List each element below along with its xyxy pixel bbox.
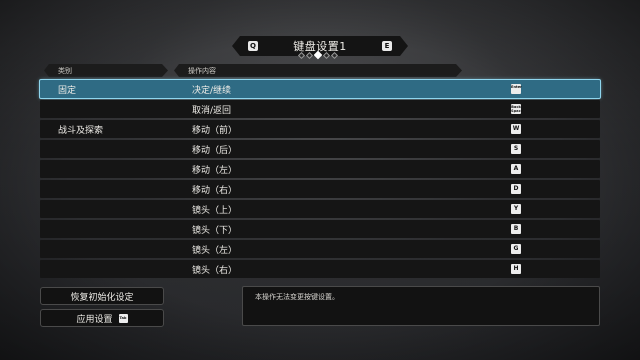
keybinding-list: 固定 决定/继续 Enter 取消/返回 Back Space 战斗及探索 移动…: [39, 79, 601, 280]
w-key-icon[interactable]: W: [511, 124, 521, 134]
keybinding-row[interactable]: 取消/返回 Back Space: [40, 100, 600, 118]
keybinding-row[interactable]: 镜头（右） H: [40, 260, 600, 278]
column-header-operation: 操作内容: [174, 64, 462, 77]
reset-defaults-button[interactable]: 恢复初始化设定: [40, 287, 164, 305]
y-key-icon[interactable]: Y: [511, 204, 521, 214]
keybinding-row[interactable]: 移动（右） D: [40, 180, 600, 198]
page-dot-active[interactable]: [313, 50, 323, 60]
keybinding-row[interactable]: 战斗及探索 移动（前） W: [40, 120, 600, 138]
d-key-icon[interactable]: D: [511, 184, 521, 194]
row-category: 固定: [58, 86, 77, 96]
row-operation: 移动（后）: [192, 146, 238, 156]
enter-key-icon[interactable]: Enter: [511, 84, 522, 94]
row-operation: 移动（左）: [192, 166, 238, 176]
page-dot[interactable]: [322, 51, 331, 60]
next-page-key-icon[interactable]: E: [382, 41, 392, 51]
row-operation: 决定/继续: [192, 86, 232, 96]
reset-defaults-label: 恢复初始化设定: [70, 292, 134, 303]
apply-settings-button[interactable]: 应用设置 Tab: [40, 309, 164, 327]
g-key-icon[interactable]: G: [511, 244, 521, 254]
prev-page-key-icon[interactable]: Q: [248, 41, 258, 51]
s-key-icon[interactable]: S: [511, 144, 521, 154]
b-key-icon[interactable]: B: [511, 224, 521, 234]
row-operation: 取消/返回: [192, 106, 232, 116]
row-operation: 镜头（左）: [192, 246, 238, 256]
info-panel: 本操作无法变更按键设置。: [242, 286, 600, 326]
row-category: 战斗及探索: [58, 126, 104, 136]
keybinding-row[interactable]: 移动（左） A: [40, 160, 600, 178]
page-indicator: [297, 50, 339, 60]
row-operation: 移动（前）: [192, 126, 238, 136]
row-operation: 镜头（上）: [192, 206, 238, 216]
row-operation: 镜头（下）: [192, 226, 238, 236]
backspace-key-icon[interactable]: Back Space: [511, 104, 523, 114]
column-header-category: 类别: [44, 64, 168, 77]
page-dot[interactable]: [297, 51, 306, 60]
info-text: 本操作无法变更按键设置。: [255, 293, 339, 301]
tab-key-icon: Tab: [118, 313, 128, 323]
row-operation: 移动（右）: [192, 186, 238, 196]
page-dot[interactable]: [330, 51, 339, 60]
column-header-category-label: 类别: [58, 66, 72, 75]
keybinding-row[interactable]: 镜头（左） G: [40, 240, 600, 258]
column-header-operation-label: 操作内容: [188, 66, 216, 75]
apply-settings-label: 应用设置: [76, 314, 113, 325]
a-key-icon[interactable]: A: [511, 164, 521, 174]
row-operation: 镜头（右）: [192, 266, 238, 276]
page-dot[interactable]: [305, 51, 314, 60]
keybinding-row[interactable]: 镜头（上） Y: [40, 200, 600, 218]
keybinding-row[interactable]: 固定 决定/继续 Enter: [39, 79, 601, 99]
h-key-icon[interactable]: H: [511, 264, 521, 274]
keybinding-row[interactable]: 移动（后） S: [40, 140, 600, 158]
keybinding-row[interactable]: 镜头（下） B: [40, 220, 600, 238]
